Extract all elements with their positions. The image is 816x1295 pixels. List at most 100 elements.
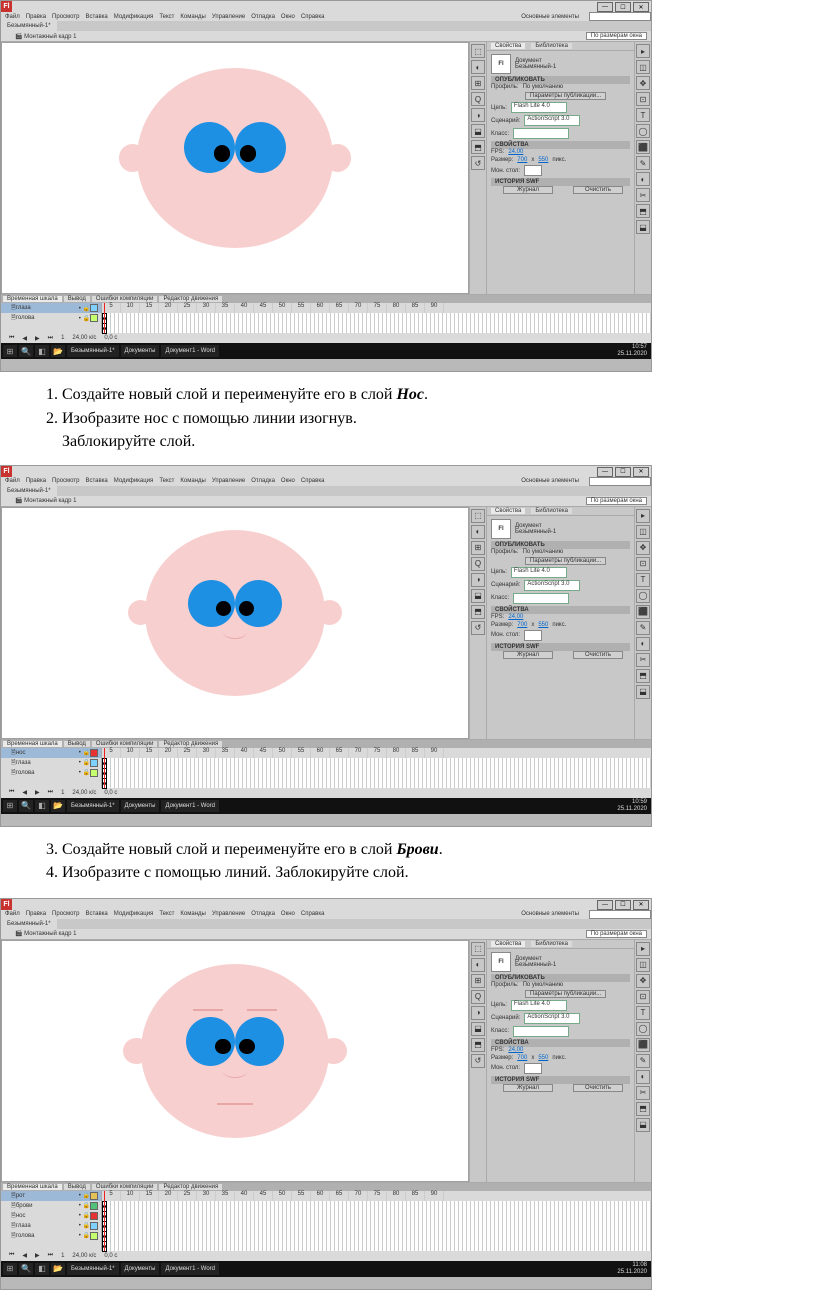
timeline-tab[interactable]: Временная шкала	[3, 296, 62, 302]
timeline-tab[interactable]: Ошибки компиляции	[92, 296, 158, 302]
taskbar-app[interactable]: Безымянный-1*	[67, 800, 119, 812]
tool-button[interactable]: ⊞	[471, 541, 485, 555]
history-button[interactable]: Очистить	[573, 186, 623, 194]
play-button[interactable]: ⏭	[48, 1252, 53, 1259]
script-select[interactable]: ActionScript 3.0	[524, 1013, 580, 1024]
play-button[interactable]: ⏮	[9, 789, 14, 796]
size-value[interactable]: 550	[538, 157, 548, 163]
tool-button[interactable]: ⬓	[471, 124, 485, 138]
menu-item[interactable]: Отладка	[251, 14, 275, 20]
taskbar-app[interactable]: Документы	[121, 800, 160, 812]
tool-button[interactable]: ⬚	[471, 509, 485, 523]
menu-item[interactable]: Файл	[5, 911, 20, 917]
menu-item[interactable]: Команды	[180, 478, 205, 484]
workspace-selector[interactable]: Основные элементы	[521, 14, 579, 20]
workspace-selector[interactable]: Основные элементы	[521, 911, 579, 917]
taskbar-button[interactable]: ⊞	[3, 1263, 17, 1275]
menu-item[interactable]: Вставка	[85, 911, 107, 917]
fps-value[interactable]: 24,00	[508, 614, 523, 620]
window-button[interactable]: ✕	[633, 900, 649, 910]
play-button[interactable]: ⏮	[9, 335, 14, 342]
taskbar-button[interactable]: ◧	[35, 345, 49, 357]
timeline-tab[interactable]: Редактор движения	[159, 296, 222, 302]
tool-button[interactable]: ⊡	[636, 990, 650, 1004]
taskbar-app[interactable]: Документ1 - Word	[161, 1263, 219, 1275]
tool-button[interactable]: ↺	[471, 621, 485, 635]
menu-item[interactable]: Справка	[301, 14, 325, 20]
window-button[interactable]: ☐	[615, 900, 631, 910]
tool-button[interactable]: Q	[471, 990, 485, 1004]
pub-settings-button[interactable]: Параметры публикации...	[525, 557, 606, 565]
menu-item[interactable]: Отладка	[251, 911, 275, 917]
play-button[interactable]: ▶	[35, 1252, 40, 1259]
layer-row[interactable]: 🗎 нос• 🔒	[1, 748, 101, 758]
panel-tab[interactable]: Библиотека	[531, 941, 572, 947]
pub-settings-button[interactable]: Параметры публикации...	[525, 990, 606, 998]
tool-button[interactable]: ⊞	[471, 76, 485, 90]
tool-button[interactable]: ⬓	[636, 685, 650, 699]
taskbar-button[interactable]: 🔍	[19, 345, 33, 357]
history-button[interactable]: Очистить	[573, 1084, 623, 1092]
tool-button[interactable]: ✥	[636, 76, 650, 90]
tool-button[interactable]: ✎	[636, 1054, 650, 1068]
tool-button[interactable]: ✥	[636, 974, 650, 988]
menu-item[interactable]: Текст	[159, 14, 174, 20]
taskbar-button[interactable]: 📂	[51, 800, 65, 812]
menu-item[interactable]: Текст	[159, 911, 174, 917]
stage-color[interactable]	[524, 165, 542, 176]
tool-button[interactable]: T	[636, 573, 650, 587]
menu-item[interactable]: Управление	[212, 478, 245, 484]
layer-row[interactable]: 🗎 глаза• 🔒	[1, 758, 101, 768]
menu-item[interactable]: Модификация	[114, 911, 154, 917]
playhead[interactable]	[104, 1191, 105, 1251]
frames-area[interactable]: 51015202530354045505560657075808590	[102, 748, 651, 788]
tool-button[interactable]: ⊡	[636, 557, 650, 571]
menu-item[interactable]: Просмотр	[52, 478, 79, 484]
tool-button[interactable]: ⬓	[636, 220, 650, 234]
layer-row[interactable]: 🗎 брови• 🔒	[1, 1201, 101, 1211]
zoom-selector[interactable]: По размерам окна	[586, 930, 647, 938]
tool-button[interactable]: T	[636, 1006, 650, 1020]
menu-item[interactable]: Справка	[301, 478, 325, 484]
panel-tab[interactable]: Библиотека	[531, 43, 572, 49]
taskbar-app[interactable]: Безымянный-1*	[67, 1263, 119, 1275]
panel-tab[interactable]: Свойства	[491, 43, 525, 49]
tool-button[interactable]: ⊞	[471, 974, 485, 988]
workspace-selector[interactable]: Основные элементы	[521, 478, 579, 484]
window-button[interactable]: ✕	[633, 2, 649, 12]
menu-item[interactable]: Окно	[281, 478, 295, 484]
fps-value[interactable]: 24,00	[508, 1047, 523, 1053]
menu-item[interactable]: Управление	[212, 911, 245, 917]
search-input[interactable]	[589, 12, 651, 21]
menu-item[interactable]: Окно	[281, 911, 295, 917]
menubar[interactable]: ФайлПравкаПросмотрВставкаМодификацияТекс…	[1, 12, 651, 21]
target-select[interactable]: Flash Lite 4.0	[511, 1000, 567, 1011]
tool-button[interactable]: ✎	[636, 621, 650, 635]
menu-item[interactable]: Просмотр	[52, 14, 79, 20]
stage-color[interactable]	[524, 1063, 542, 1074]
history-button[interactable]: Журнал	[503, 1084, 553, 1092]
taskbar-button[interactable]: ⊞	[3, 800, 17, 812]
timeline-tab[interactable]: Ошибки компиляции	[92, 741, 158, 747]
tool-button[interactable]: ◐	[471, 60, 485, 74]
tool-button[interactable]: ◐	[471, 525, 485, 539]
tool-button[interactable]: ⬓	[471, 589, 485, 603]
script-select[interactable]: ActionScript 3.0	[524, 580, 580, 591]
play-button[interactable]: ▶	[35, 789, 40, 796]
window-button[interactable]: —	[597, 467, 613, 477]
tool-button[interactable]: ◐	[636, 637, 650, 651]
stage[interactable]	[1, 42, 469, 294]
stage[interactable]	[1, 507, 469, 739]
layer-row[interactable]: 🗎 глаза• 🔒	[1, 1221, 101, 1231]
tool-button[interactable]: ⬒	[636, 204, 650, 218]
tool-button[interactable]: ⬛	[636, 605, 650, 619]
tool-button[interactable]: ⊡	[636, 92, 650, 106]
timeline-tab[interactable]: Временная шкала	[3, 1184, 62, 1190]
class-input[interactable]	[513, 593, 569, 604]
document-tab[interactable]: Безымянный-1*	[1, 21, 57, 31]
playhead[interactable]	[104, 748, 105, 788]
window-button[interactable]: ✕	[633, 467, 649, 477]
class-input[interactable]	[513, 128, 569, 139]
size-value[interactable]: 700	[517, 1055, 527, 1061]
class-input[interactable]	[513, 1026, 569, 1037]
